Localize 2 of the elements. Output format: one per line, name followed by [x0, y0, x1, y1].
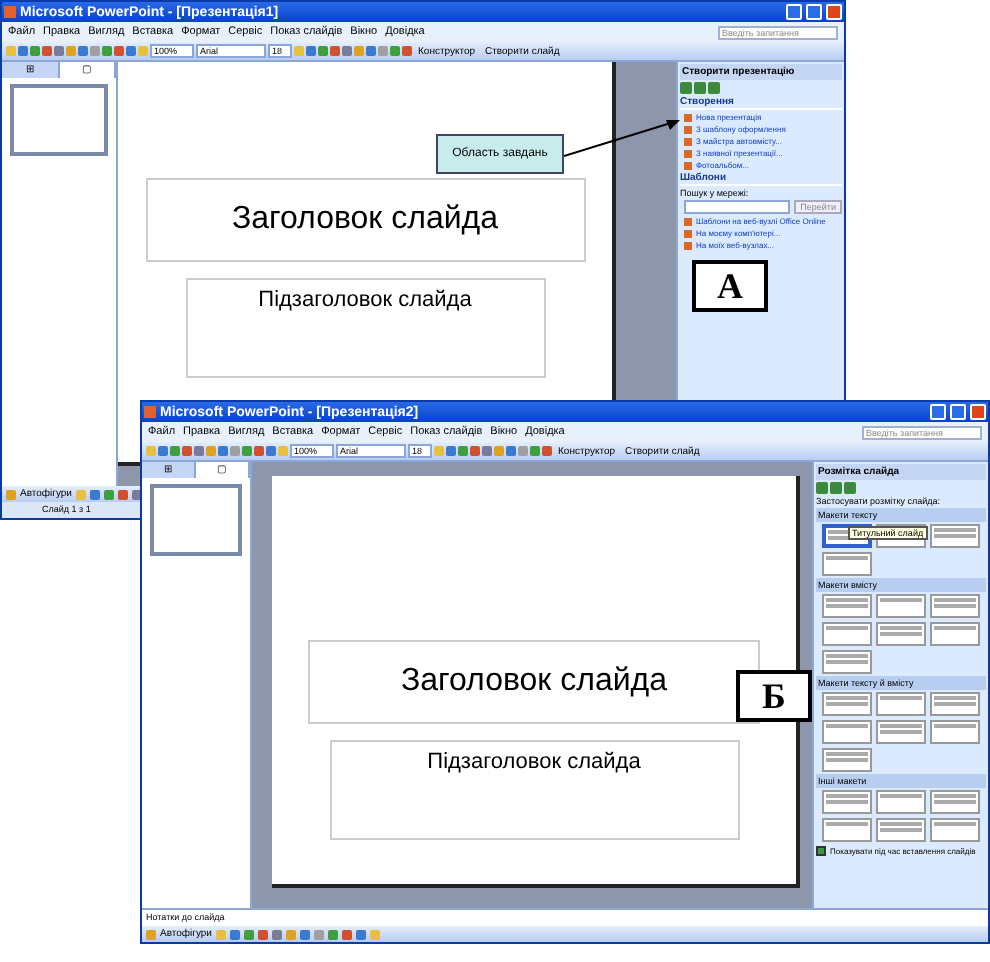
figure-label: Б [736, 670, 812, 722]
figure-label: А [692, 260, 768, 312]
